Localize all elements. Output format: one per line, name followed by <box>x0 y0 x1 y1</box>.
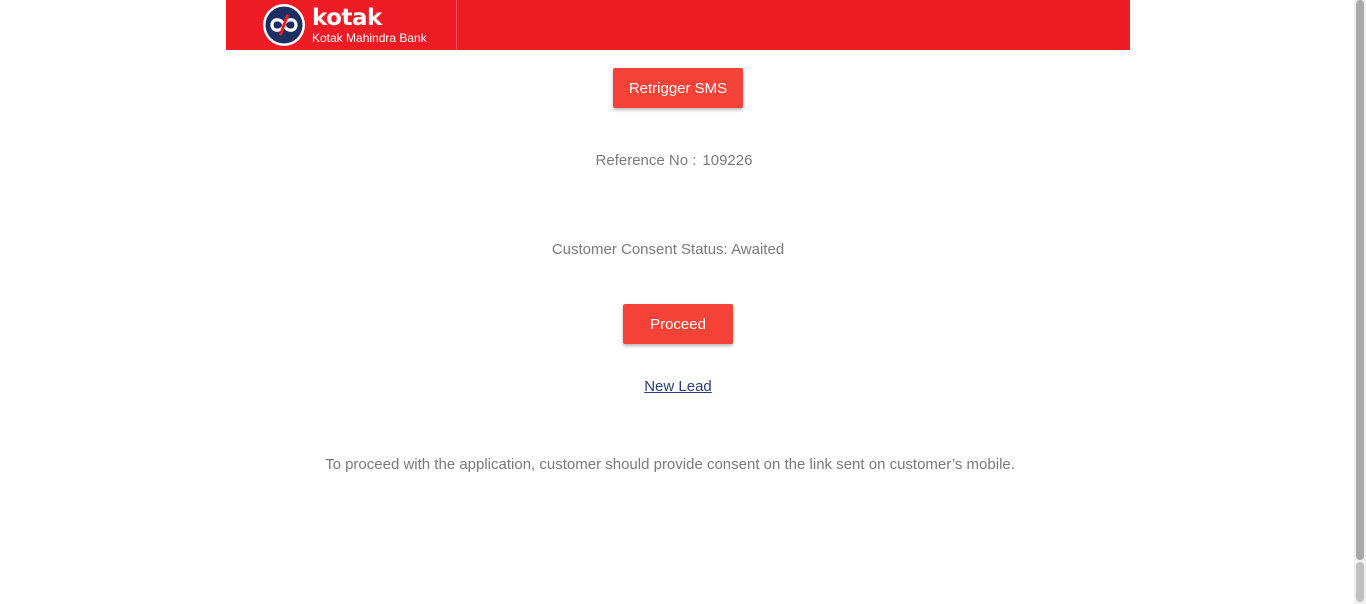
retrigger-sms-button[interactable]: Retrigger SMS <box>613 68 743 108</box>
brand-name: kotak <box>312 4 382 31</box>
proceed-button[interactable]: Proceed <box>623 304 733 344</box>
reference-number: Reference No : 109226 <box>226 152 1122 169</box>
brand-subtitle: Kotak Mahindra Bank <box>312 30 427 45</box>
consent-status: Customer Consent Status: Awaited <box>551 241 785 258</box>
consent-instruction: To proceed with the application, custome… <box>325 456 1015 473</box>
page: kotak Kotak Mahindra Bank Retrigger SMS … <box>0 0 1366 604</box>
brand-logo[interactable]: kotak Kotak Mahindra Bank <box>262 4 427 46</box>
new-lead-link[interactable]: New Lead <box>644 378 712 395</box>
kotak-infinity-logo-icon <box>263 4 305 46</box>
header-divider <box>456 0 457 50</box>
scrollbar-thumb[interactable] <box>1356 0 1364 560</box>
reference-value: 109226 <box>702 152 753 169</box>
scrollbar-track-end <box>1356 562 1364 602</box>
header-bar: kotak Kotak Mahindra Bank <box>226 0 1130 50</box>
reference-label: Reference No : <box>595 152 697 169</box>
brand-text: kotak Kotak Mahindra Bank <box>312 4 427 45</box>
vertical-scrollbar[interactable] <box>1354 0 1366 604</box>
new-lead-container: New Lead <box>226 378 1130 395</box>
